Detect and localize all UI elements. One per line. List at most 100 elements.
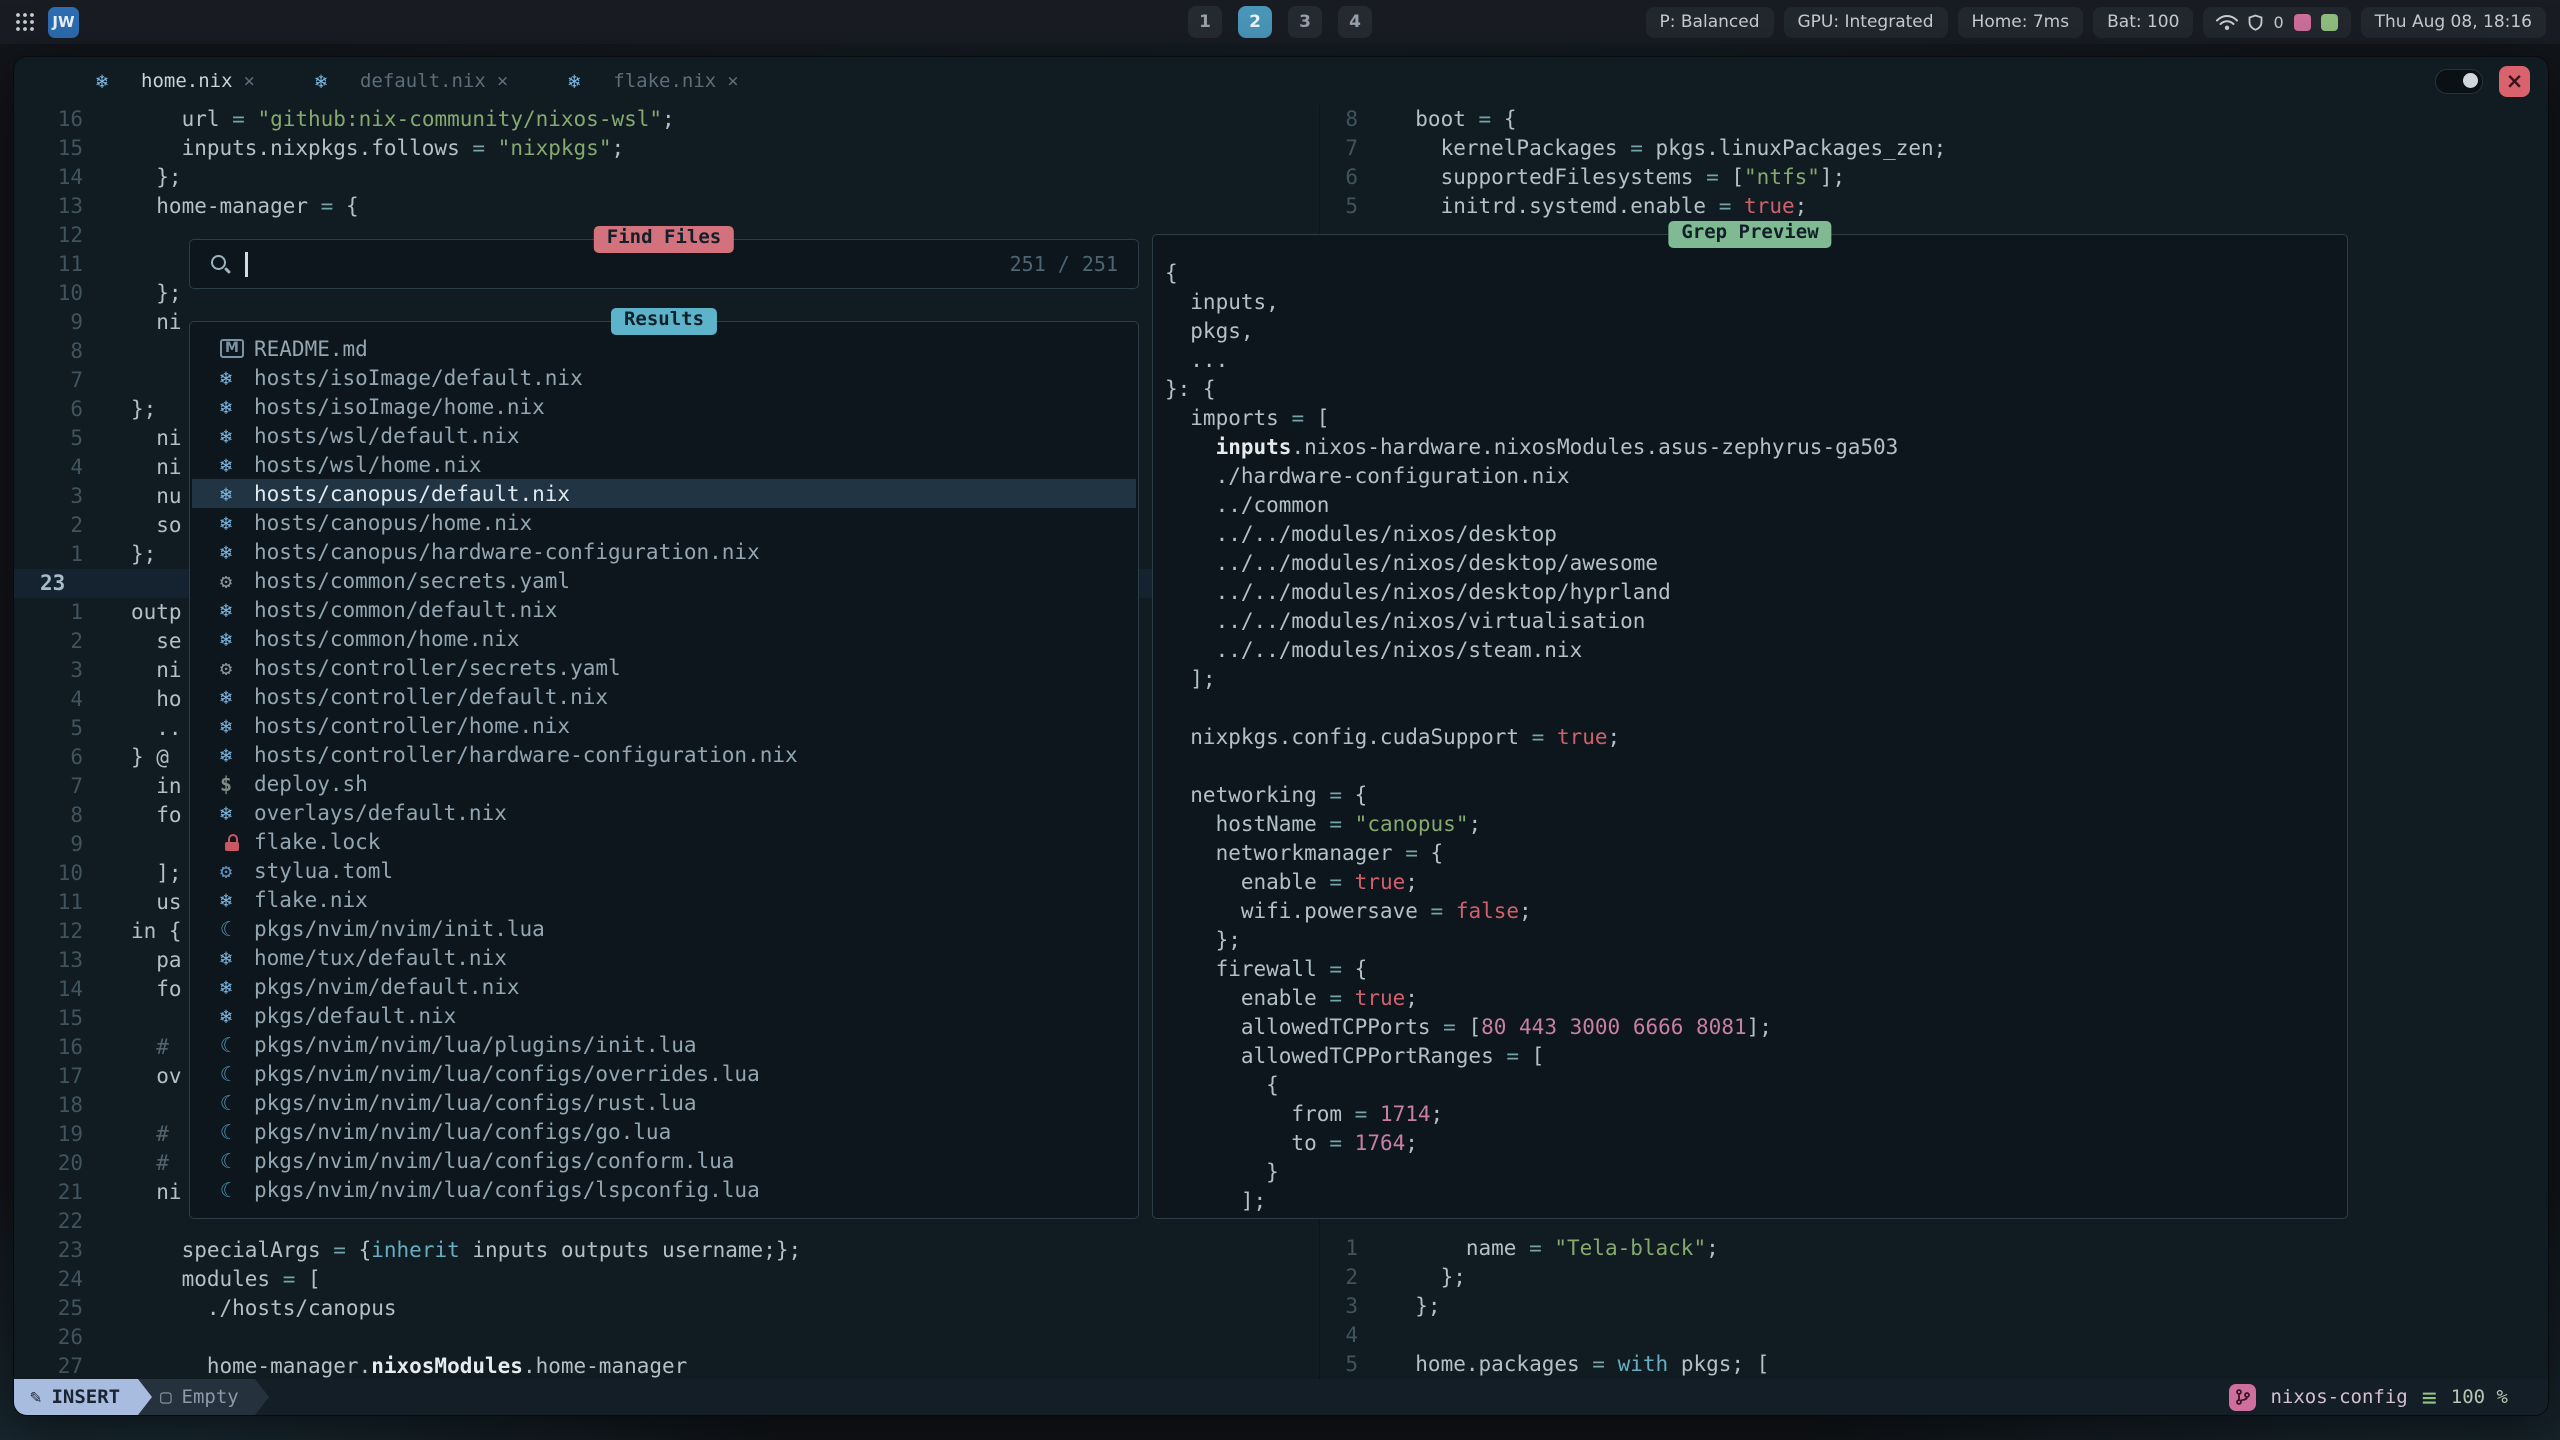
result-item[interactable]: stylua.toml [192,856,1136,885]
result-item[interactable]: hosts/controller/secrets.yaml [192,653,1136,682]
power-profile-module[interactable]: P: Balanced [1646,7,1774,38]
result-filename: hosts/controller/hardware-configuration.… [254,743,798,767]
wifi-icon[interactable] [2216,14,2238,31]
result-item[interactable]: flake.nix [192,885,1136,914]
result-item[interactable]: pkgs/nvim/nvim/lua/configs/overrides.lua [192,1059,1136,1088]
result-item[interactable]: hosts/isoImage/home.nix [192,392,1136,421]
code-line[interactable]: 2 }; [1320,1263,2548,1292]
code-line[interactable]: 1 name = "Tela-black"; [1320,1234,2548,1263]
system-tray[interactable]: 0 [2203,7,2350,38]
code-line[interactable]: 25 ./hosts/canopus [14,1294,1319,1323]
result-item[interactable]: flake.lock [192,827,1136,856]
line-number: 7 [1320,134,1358,163]
result-item[interactable]: hosts/common/home.nix [192,624,1136,653]
line-number: 5 [1320,1350,1358,1379]
toggle-switch[interactable] [2435,69,2483,94]
code-line[interactable]: 3 }; [1320,1292,2548,1321]
result-filename: hosts/wsl/home.nix [254,453,482,477]
preview-line [1165,694,2341,723]
right-pane-top[interactable]: 8 boot = {7 kernelPackages = pkgs.linuxP… [1320,105,2548,221]
code-line[interactable]: 5 initrd.systemd.enable = true; [1320,192,2548,221]
code-line[interactable]: 14 }; [14,163,1319,192]
logo-badge[interactable]: JW [48,7,79,38]
line-number: 12 [14,917,83,946]
right-pane-bottom[interactable]: 1 name = "Tela-black";2 };3 };45 home.pa… [1320,1234,2548,1379]
find-files-results: Results README.mdhosts/isoImage/default.… [189,321,1139,1219]
tab-close-icon[interactable] [497,70,508,92]
result-item[interactable]: pkgs/nvim/nvim/lua/configs/rust.lua [192,1088,1136,1117]
workspace-4[interactable]: 4 [1338,6,1372,38]
code-line[interactable]: 23 specialArgs = {inherit inputs outputs… [14,1236,1319,1265]
tab-close-icon[interactable] [244,70,255,92]
tab-home.nix[interactable]: home.nix [66,57,285,105]
code-line[interactable]: 13 home-manager = { [14,192,1319,221]
result-filename: pkgs/nvim/nvim/lua/configs/overrides.lua [254,1062,760,1086]
nix-file-icon [220,801,254,825]
result-filename: pkgs/nvim/nvim/lua/configs/conform.lua [254,1149,734,1173]
code-line[interactable]: 8 boot = { [1320,105,2548,134]
code-line[interactable]: 6 supportedFilesystems = ["ntfs"]; [1320,163,2548,192]
result-item[interactable]: pkgs/nvim/nvim/lua/configs/go.lua [192,1117,1136,1146]
tab-default.nix[interactable]: default.nix [285,57,538,105]
result-item[interactable]: hosts/wsl/default.nix [192,421,1136,450]
app-launcher-icon[interactable] [14,11,36,33]
result-item[interactable]: pkgs/nvim/nvim/lua/plugins/init.lua [192,1030,1136,1059]
result-filename: flake.nix [254,888,368,912]
preview-line: inputs, [1165,288,2341,317]
result-item[interactable]: hosts/canopus/hardware-configuration.nix [192,537,1136,566]
ping-module[interactable]: Home: 7ms [1958,7,2084,38]
battery-module[interactable]: Bat: 100 [2093,7,2193,38]
result-filename: hosts/wsl/default.nix [254,424,520,448]
result-item[interactable]: pkgs/nvim/default.nix [192,972,1136,1001]
nix-file-icon [220,453,254,477]
tab-flake.nix[interactable]: flake.nix [538,57,768,105]
mode-indicator: INSERT [14,1379,138,1415]
result-item[interactable]: hosts/canopus/home.nix [192,508,1136,537]
result-item[interactable]: hosts/controller/default.nix [192,682,1136,711]
result-item[interactable]: pkgs/nvim/nvim/lua/configs/conform.lua [192,1146,1136,1175]
clock-module[interactable]: Thu Aug 08, 18:16 [2361,7,2546,38]
workspace-2[interactable]: 2 [1238,6,1272,38]
line-number: 15 [14,1004,83,1033]
workspace-1[interactable]: 1 [1188,6,1222,38]
code-line[interactable]: 27 home-manager.nixosModules.home-manage… [14,1352,1319,1379]
result-item[interactable]: hosts/common/secrets.yaml [192,566,1136,595]
result-item[interactable]: hosts/canopus/default.nix [192,479,1136,508]
code-line[interactable]: 26 [14,1323,1319,1352]
shield-icon[interactable] [2248,14,2263,31]
line-number: 1 [14,598,83,627]
workspace-3[interactable]: 3 [1288,6,1322,38]
result-item[interactable]: overlays/default.nix [192,798,1136,827]
find-files-title: Find Files [594,226,734,253]
line-number: 23 [14,569,83,598]
result-item[interactable]: hosts/isoImage/default.nix [192,363,1136,392]
git-branch-icon[interactable] [2229,1384,2256,1411]
result-item[interactable]: pkgs/default.nix [192,1001,1136,1030]
find-files-prompt[interactable]: Find Files 251 / 251 [189,239,1139,289]
code-line[interactable]: 5 home.packages = with pkgs; [ [1320,1350,2548,1379]
result-filename: flake.lock [254,830,380,854]
code-line[interactable]: 4 [1320,1321,2548,1350]
code-line[interactable]: 15 inputs.nixpkgs.follows = "nixpkgs"; [14,134,1319,163]
result-item[interactable]: pkgs/nvim/nvim/init.lua [192,914,1136,943]
window-close-button[interactable] [2499,66,2530,97]
result-item[interactable]: home/tux/default.nix [192,943,1136,972]
code-line[interactable]: 16 url = "github:nix-community/nixos-wsl… [14,105,1319,134]
gpu-module[interactable]: GPU: Integrated [1784,7,1948,38]
result-item[interactable]: README.md [192,334,1136,363]
line-number: 5 [14,424,83,453]
results-list[interactable]: README.mdhosts/isoImage/default.nixhosts… [192,334,1136,1210]
code-line[interactable]: 24 modules = [ [14,1265,1319,1294]
result-item[interactable]: hosts/controller/hardware-configuration.… [192,740,1136,769]
result-item[interactable]: hosts/wsl/home.nix [192,450,1136,479]
result-item[interactable]: hosts/controller/home.nix [192,711,1136,740]
green-swatch-icon[interactable] [2321,14,2338,31]
result-item[interactable]: pkgs/nvim/nvim/lua/configs/lspconfig.lua [192,1175,1136,1204]
tab-close-icon[interactable] [727,70,738,92]
result-item[interactable]: deploy.sh [192,769,1136,798]
pink-swatch-icon[interactable] [2294,14,2311,31]
result-filename: README.md [254,337,368,361]
preview-line: ]; [1165,665,2341,694]
result-item[interactable]: hosts/common/default.nix [192,595,1136,624]
code-line[interactable]: 7 kernelPackages = pkgs.linuxPackages_ze… [1320,134,2548,163]
